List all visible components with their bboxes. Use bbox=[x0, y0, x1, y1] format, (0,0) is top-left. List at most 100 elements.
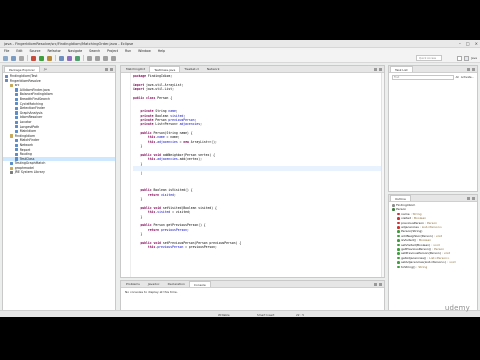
code-token: Person bbox=[153, 223, 167, 228]
tab-javadoc[interactable]: Javadoc bbox=[144, 281, 164, 287]
tree-item-icon bbox=[10, 83, 14, 88]
toolbar-separator bbox=[83, 55, 84, 61]
tree-item-icon bbox=[15, 93, 19, 97]
tree-item-label: JRE System Library bbox=[14, 170, 45, 175]
code-token: java.util.List; bbox=[146, 87, 174, 92]
open-type-icon[interactable] bbox=[87, 55, 92, 61]
tab-testclass[interactable]: TestClass.java bbox=[149, 66, 181, 72]
outline-member-icon bbox=[397, 261, 400, 264]
debug-icon[interactable] bbox=[31, 55, 36, 61]
tab-task-list[interactable]: Task List bbox=[390, 66, 413, 72]
code-area[interactable]: package FindingIdiom; import java.util.Ar… bbox=[121, 73, 384, 277]
tree-item-icon bbox=[10, 161, 14, 166]
code-token: ArrayList<>(); bbox=[190, 139, 217, 144]
code-token: isVisited() { bbox=[168, 188, 193, 193]
minimize-icon[interactable] bbox=[374, 67, 377, 71]
collapse-all-icon[interactable] bbox=[105, 67, 108, 71]
minimize-button[interactable]: – bbox=[459, 40, 461, 48]
task-find-input[interactable]: Find bbox=[392, 75, 454, 80]
close-button[interactable]: × bbox=[475, 40, 478, 48]
back-icon[interactable] bbox=[103, 55, 108, 61]
code-token: visited bbox=[157, 210, 171, 215]
code-token: } bbox=[133, 161, 143, 166]
code-token: name bbox=[157, 135, 165, 140]
eclipse-window: java - FingerIdiomResolve/src/FindingIdi… bbox=[0, 40, 480, 317]
code-token: visited bbox=[170, 113, 184, 118]
tab-outline[interactable]: Outline bbox=[390, 195, 411, 201]
task-filter-all[interactable]: All bbox=[456, 76, 459, 79]
maximize-icon[interactable] bbox=[472, 67, 475, 71]
task-activate-link[interactable]: Activate... bbox=[461, 76, 474, 79]
outline-panel: Outline FindingIdiom Person name: String vi… bbox=[388, 194, 478, 315]
outline-item-type: : void bbox=[447, 260, 456, 265]
minimize-icon[interactable] bbox=[467, 67, 470, 71]
outline-member-icon bbox=[397, 243, 400, 247]
run-icon[interactable] bbox=[39, 55, 44, 61]
code-token: | bbox=[133, 170, 143, 175]
overview-ruler[interactable] bbox=[381, 73, 384, 277]
perspective-java-label[interactable]: Java bbox=[471, 56, 477, 60]
tab-console[interactable]: Console bbox=[188, 281, 211, 287]
code-editor: MatchingOrd TestClass.java TreeSet.cl Ne… bbox=[120, 65, 385, 278]
code-token: return bbox=[147, 227, 161, 232]
code-token: setVisited(Boolean visited) { bbox=[162, 205, 217, 210]
code-line[interactable]: this.previousPerson = previousPerson; bbox=[133, 245, 381, 249]
tab-declaration[interactable]: Declaration bbox=[164, 281, 189, 287]
minimize-icon[interactable] bbox=[110, 67, 113, 71]
search-icon[interactable] bbox=[95, 55, 100, 61]
tab-problems[interactable]: Problems bbox=[122, 281, 144, 287]
maximize-button[interactable]: □ bbox=[466, 40, 470, 48]
outline-member-icon bbox=[397, 217, 400, 220]
code-token: name bbox=[168, 109, 176, 114]
tree-item-icon bbox=[15, 111, 19, 115]
new-package-icon[interactable] bbox=[67, 55, 72, 61]
print-icon[interactable] bbox=[19, 55, 24, 61]
code-token: getPreviousPerson() { bbox=[166, 223, 206, 228]
code-token: import bbox=[133, 82, 147, 87]
code-lines[interactable]: package FindingIdiom; import java.util.Ar… bbox=[133, 74, 381, 250]
outline-item-type: : List<Person> bbox=[419, 225, 443, 230]
code-token: private bbox=[140, 122, 156, 127]
outline-member-icon bbox=[392, 208, 395, 211]
tab-matching-order[interactable]: MatchingOrd bbox=[122, 66, 149, 72]
code-token: class bbox=[146, 95, 158, 100]
code-token: .add(vertex); bbox=[177, 157, 202, 162]
code-token: } bbox=[133, 196, 143, 201]
quick-access-input[interactable]: Quick Access bbox=[416, 55, 442, 61]
new-java-project-icon[interactable] bbox=[59, 55, 64, 61]
new-class-icon[interactable] bbox=[75, 55, 80, 61]
code-token: } bbox=[133, 232, 143, 237]
tree-item-icon bbox=[15, 139, 19, 143]
java-perspective-icon[interactable] bbox=[464, 55, 470, 61]
tree-item[interactable]: JRE System Library bbox=[3, 170, 115, 175]
maximize-icon[interactable] bbox=[379, 67, 382, 71]
tab-treeset[interactable]: TreeSet.cl bbox=[180, 66, 203, 72]
minimize-icon[interactable] bbox=[472, 196, 475, 200]
code-token: adjacencies bbox=[157, 139, 178, 144]
display-console-icon[interactable] bbox=[374, 282, 377, 286]
minimize-icon[interactable] bbox=[379, 282, 382, 286]
tab-package-explorer[interactable]: Package Explorer bbox=[4, 66, 40, 72]
udemy-watermark: udemy bbox=[444, 304, 470, 312]
tree-item-icon bbox=[15, 97, 19, 101]
tree-item-icon bbox=[15, 116, 19, 120]
outline-item[interactable]: toString(): String bbox=[389, 265, 477, 269]
sort-icon[interactable] bbox=[467, 196, 470, 200]
forward-icon[interactable] bbox=[111, 55, 116, 61]
console-message: No consoles to display at this time. bbox=[125, 290, 178, 294]
open-perspective-icon[interactable] bbox=[457, 55, 463, 61]
toolbar-separator bbox=[27, 55, 28, 61]
tab-network[interactable]: Network bbox=[203, 66, 224, 72]
tab-junit[interactable]: Ju bbox=[40, 66, 51, 72]
tree-item-icon bbox=[15, 148, 19, 152]
new-icon[interactable] bbox=[3, 55, 8, 61]
save-icon[interactable] bbox=[11, 55, 16, 61]
code-token: private bbox=[140, 109, 156, 114]
external-tools-icon[interactable] bbox=[47, 55, 52, 61]
tree-item-icon bbox=[10, 134, 14, 138]
status-cursor-position: 22 : 5 bbox=[296, 312, 305, 317]
